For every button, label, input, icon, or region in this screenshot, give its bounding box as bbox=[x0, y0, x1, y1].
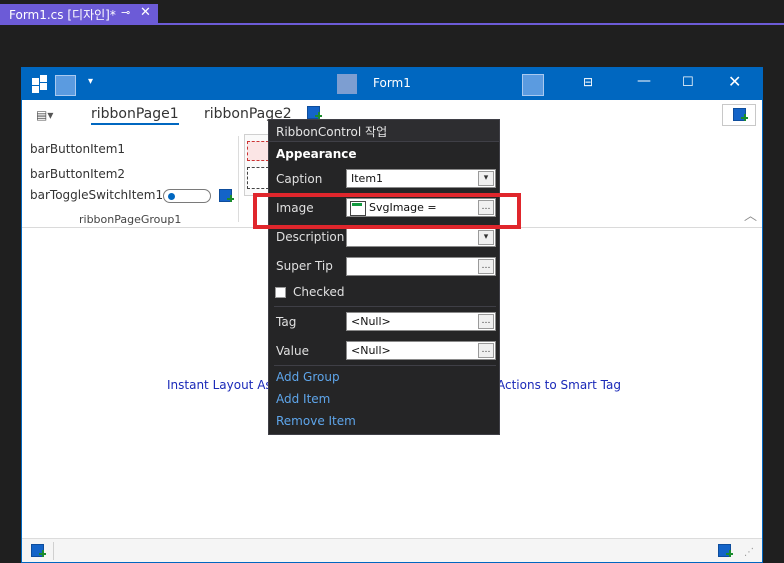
document-tab-title: Form1.cs [디자인]* bbox=[9, 8, 116, 22]
remove-item-link[interactable]: Remove Item bbox=[276, 414, 356, 428]
description-dropdown-icon[interactable]: ▾ bbox=[478, 230, 494, 245]
panel-title: RibbonControl 작업 bbox=[276, 125, 388, 139]
bar-button-item-1[interactable]: barButtonItem1 bbox=[30, 142, 125, 156]
checked-label: Checked bbox=[293, 285, 345, 299]
super-tip-field[interactable]: … bbox=[346, 257, 496, 276]
smart-tag-add-icon[interactable] bbox=[522, 74, 544, 96]
layout-hint-right: Actions to Smart Tag bbox=[497, 378, 621, 392]
group-separator bbox=[238, 136, 239, 222]
close-icon[interactable]: ✕ bbox=[140, 5, 151, 20]
document-tab-form1[interactable]: Form1.cs [디자인]* ⊸ ✕ bbox=[0, 4, 158, 24]
quick-access-add-icon[interactable] bbox=[55, 75, 76, 96]
value-browse-button[interactable]: … bbox=[478, 343, 494, 358]
caption-combo[interactable]: Item1 ▾ bbox=[346, 169, 496, 188]
gallery-text-icon bbox=[247, 167, 269, 189]
links-divider bbox=[274, 365, 496, 366]
tag-browse-button[interactable]: … bbox=[478, 314, 494, 329]
section-divider bbox=[274, 306, 496, 307]
tag-label: Tag bbox=[276, 315, 297, 329]
form-app-icon bbox=[337, 74, 357, 94]
status-separator bbox=[53, 542, 54, 560]
minimize-icon[interactable]: — bbox=[637, 73, 651, 89]
image-row-highlight bbox=[253, 193, 521, 229]
add-group-link[interactable]: Add Group bbox=[276, 370, 340, 384]
pin-icon[interactable]: ⊸ bbox=[121, 6, 130, 19]
gallery-image-icon bbox=[247, 141, 269, 161]
quick-access-grid-icon[interactable] bbox=[32, 75, 50, 93]
ribbon-display-options-icon[interactable]: ⊟ bbox=[583, 75, 593, 89]
caption-dropdown-icon[interactable]: ▾ bbox=[478, 171, 494, 186]
description-label: Description bbox=[276, 230, 345, 244]
window-close-icon[interactable]: ✕ bbox=[728, 72, 741, 91]
toggle-switch[interactable] bbox=[163, 189, 211, 203]
document-tab-strip: Form1.cs [디자인]* ⊸ ✕ bbox=[0, 0, 784, 26]
form-title-bar[interactable]: ▾ Form1 ⊟ — ☐ ✕ bbox=[22, 68, 762, 100]
super-tip-browse-button[interactable]: … bbox=[478, 259, 494, 274]
layout-hint-left: Instant Layout Ass bbox=[167, 378, 278, 392]
appearance-section-title: Appearance bbox=[276, 147, 357, 161]
caption-value: Item1 bbox=[351, 172, 384, 185]
application-menu-icon[interactable]: ▤▾ bbox=[36, 108, 53, 122]
ribbon-smart-tag-panel[interactable]: RibbonControl 작업 Appearance Caption Item… bbox=[268, 119, 500, 435]
checked-checkbox[interactable] bbox=[275, 287, 286, 298]
status-add-icon-right[interactable] bbox=[717, 543, 733, 559]
quick-access-dropdown-icon[interactable]: ▾ bbox=[88, 76, 93, 87]
status-add-icon-left[interactable] bbox=[30, 543, 46, 559]
maximize-icon[interactable]: ☐ bbox=[682, 75, 694, 90]
add-icon bbox=[732, 107, 748, 123]
value-value: <Null> bbox=[351, 344, 391, 357]
status-bar: ⋰ bbox=[22, 538, 762, 562]
add-item-link[interactable]: Add Item bbox=[276, 392, 330, 406]
tag-field[interactable]: <Null> … bbox=[346, 312, 496, 331]
panel-header: RibbonControl 작업 bbox=[269, 120, 499, 142]
description-combo[interactable]: ▾ bbox=[346, 228, 496, 247]
value-label: Value bbox=[276, 344, 309, 358]
bar-button-item-2[interactable]: barButtonItem2 bbox=[30, 167, 125, 181]
super-tip-label: Super Tip bbox=[276, 259, 333, 273]
tab-ribbonpage1[interactable]: ribbonPage1 bbox=[91, 106, 179, 125]
caption-label: Caption bbox=[276, 172, 323, 186]
form-title: Form1 bbox=[373, 76, 411, 90]
bar-toggle-switch-item-1[interactable]: barToggleSwitchItem1 bbox=[30, 188, 163, 202]
collapse-ribbon-icon[interactable]: ︿ bbox=[744, 205, 757, 224]
tag-value: <Null> bbox=[351, 315, 391, 328]
ribbon-add-button[interactable] bbox=[722, 104, 756, 126]
value-field[interactable]: <Null> … bbox=[346, 341, 496, 360]
ribbon-page-group-label: ribbonPageGroup1 bbox=[79, 213, 182, 226]
add-item-icon[interactable] bbox=[218, 188, 234, 204]
size-grip-icon[interactable]: ⋰ bbox=[744, 547, 754, 558]
